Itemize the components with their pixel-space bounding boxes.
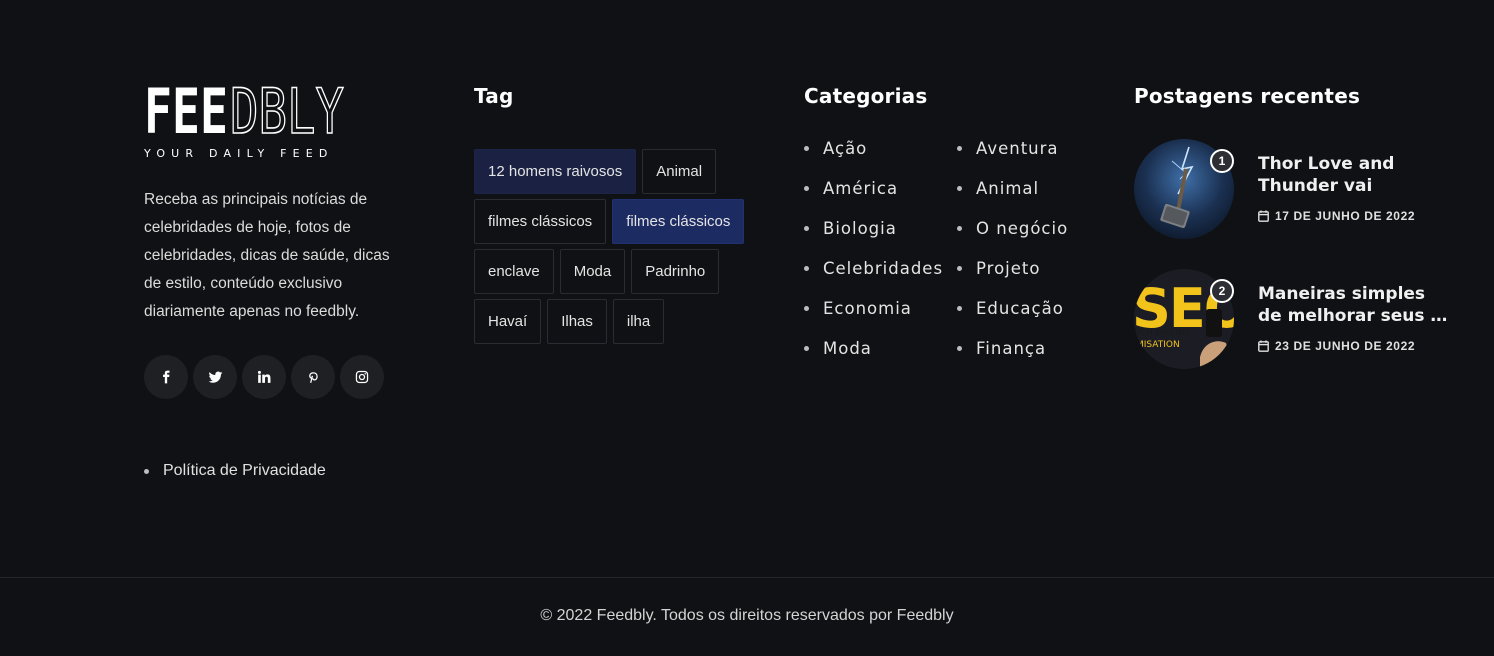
bullet-dot <box>804 345 809 351</box>
category-label: Economia <box>823 298 912 318</box>
linkedin-button[interactable] <box>242 355 286 399</box>
facebook-icon <box>163 370 170 384</box>
feedbly-logo: FEE DBLY <box>144 74 345 149</box>
bullet-dot <box>957 265 962 271</box>
category-label: Projeto <box>976 258 1041 278</box>
category-item[interactable]: Celebridades <box>804 248 957 288</box>
category-item[interactable]: Animal <box>957 168 1117 208</box>
tag-link[interactable]: Moda <box>559 249 626 294</box>
social-links <box>144 355 414 399</box>
tag-link[interactable]: 12 homens raivosos <box>474 149 637 194</box>
instagram-button[interactable] <box>340 355 384 399</box>
svg-text:MISATION: MISATION <box>1136 340 1180 350</box>
calendar-icon <box>1258 210 1269 222</box>
bullet-dot <box>957 145 962 151</box>
category-label: América <box>823 178 899 198</box>
recent-posts-title: Postagens recentes <box>1134 84 1361 108</box>
category-item[interactable]: Finança <box>957 328 1117 368</box>
instagram-icon <box>355 370 369 384</box>
copyright-text: © 2022 Feedbly. Todos os direitos reserv… <box>540 607 954 624</box>
pinterest-button[interactable] <box>291 355 335 399</box>
tag-link[interactable]: Ilhas <box>547 299 607 344</box>
category-item[interactable]: Aventura <box>957 128 1117 168</box>
post-date: 23 DE JUNHO DE 2022 <box>1258 339 1415 353</box>
tags-title: Tag <box>474 84 514 108</box>
svg-text:RCH ENGINE: RCH ENGINE <box>1134 328 1190 338</box>
svg-text:FEE: FEE <box>144 82 228 136</box>
copyright-bar: © 2022 Feedbly. Todos os direitos reserv… <box>0 577 1494 656</box>
category-label: Ação <box>823 138 868 158</box>
recent-post: SEO RCH ENGINE MISATION 2 Maneiras simpl… <box>1134 269 1474 369</box>
bullet-dot <box>804 225 809 231</box>
post-rank-badge: 2 <box>1210 279 1234 303</box>
category-label: O negócio <box>976 218 1069 238</box>
bullet-dot <box>804 185 809 191</box>
privacy-policy-link[interactable]: Política de Privacidade <box>163 462 326 480</box>
about-text: Receba as principais notícias de celebri… <box>144 191 390 320</box>
tag-link[interactable]: enclave <box>474 249 554 294</box>
site-logo[interactable]: FEE DBLY <box>144 74 414 149</box>
svg-text:DBLY: DBLY <box>230 82 344 136</box>
category-item[interactable]: Biologia <box>804 208 957 248</box>
bullet-dot <box>804 305 809 311</box>
bullet-dot <box>957 225 962 231</box>
logo-tagline: YOUR DAILY FEED <box>144 147 334 160</box>
post-date: 17 DE JUNHO DE 2022 <box>1258 209 1415 223</box>
tag-link[interactable]: Padrinho <box>631 249 720 294</box>
recent-post: 1 Thor Love and Thunder vai muda… 17 DE … <box>1134 139 1474 239</box>
recent-posts-list: 1 Thor Love and Thunder vai muda… 17 DE … <box>1134 139 1474 399</box>
category-label: Aventura <box>976 138 1059 158</box>
bullet-dot <box>957 345 962 351</box>
facebook-button[interactable] <box>144 355 188 399</box>
tag-link[interactable]: ilha <box>612 299 665 344</box>
category-label: Celebridades <box>823 258 944 278</box>
calendar-icon <box>1258 340 1269 352</box>
linkedin-icon <box>257 370 271 383</box>
tag-link[interactable]: Animal <box>642 149 717 194</box>
post-rank-badge: 1 <box>1210 149 1234 173</box>
bullet-dot <box>957 185 962 191</box>
twitter-icon <box>208 371 222 383</box>
tag-link[interactable]: filmes clássicos <box>474 199 607 244</box>
tag-cloud: 12 homens raivosos Animal filmes clássic… <box>474 149 764 344</box>
privacy-item: Política de Privacidade <box>144 462 326 480</box>
category-item[interactable]: O negócio <box>957 208 1117 248</box>
category-item[interactable]: Moda <box>804 328 957 368</box>
category-item[interactable]: Economia <box>804 288 957 328</box>
category-label: Animal <box>976 178 1040 198</box>
bullet-dot <box>804 145 809 151</box>
category-label: Educação <box>976 298 1064 318</box>
category-label: Biologia <box>823 218 897 238</box>
category-label: Moda <box>823 338 872 358</box>
post-date-text: 23 DE JUNHO DE 2022 <box>1275 339 1416 353</box>
category-item[interactable]: América <box>804 168 957 208</box>
twitter-button[interactable] <box>193 355 237 399</box>
bullet-dot <box>804 265 809 271</box>
post-date-text: 17 DE JUNHO DE 2022 <box>1275 209 1416 223</box>
category-item[interactable]: Ação <box>804 128 957 168</box>
bullet-dot <box>144 468 149 474</box>
category-label: Finança <box>976 338 1047 358</box>
post-title-link[interactable]: Maneiras simples de melhorar seus … <box>1258 283 1448 327</box>
category-item[interactable]: Educação <box>957 288 1117 328</box>
category-item[interactable]: Projeto <box>957 248 1117 288</box>
pinterest-icon <box>309 372 318 383</box>
post-title-link[interactable]: Thor Love and Thunder vai muda… <box>1258 153 1448 197</box>
tag-link[interactable]: filmes clássicos <box>612 199 745 244</box>
categories-title: Categorias <box>804 84 928 108</box>
category-list: Ação Aventura América Animal Biologia O … <box>804 128 1117 368</box>
footer-about: FEE DBLY YOUR DAILY FEED Receba as princ… <box>144 74 414 399</box>
bullet-dot <box>957 305 962 311</box>
tag-link[interactable]: Havaí <box>474 299 542 344</box>
site-footer: FEE DBLY YOUR DAILY FEED Receba as princ… <box>0 0 1494 577</box>
